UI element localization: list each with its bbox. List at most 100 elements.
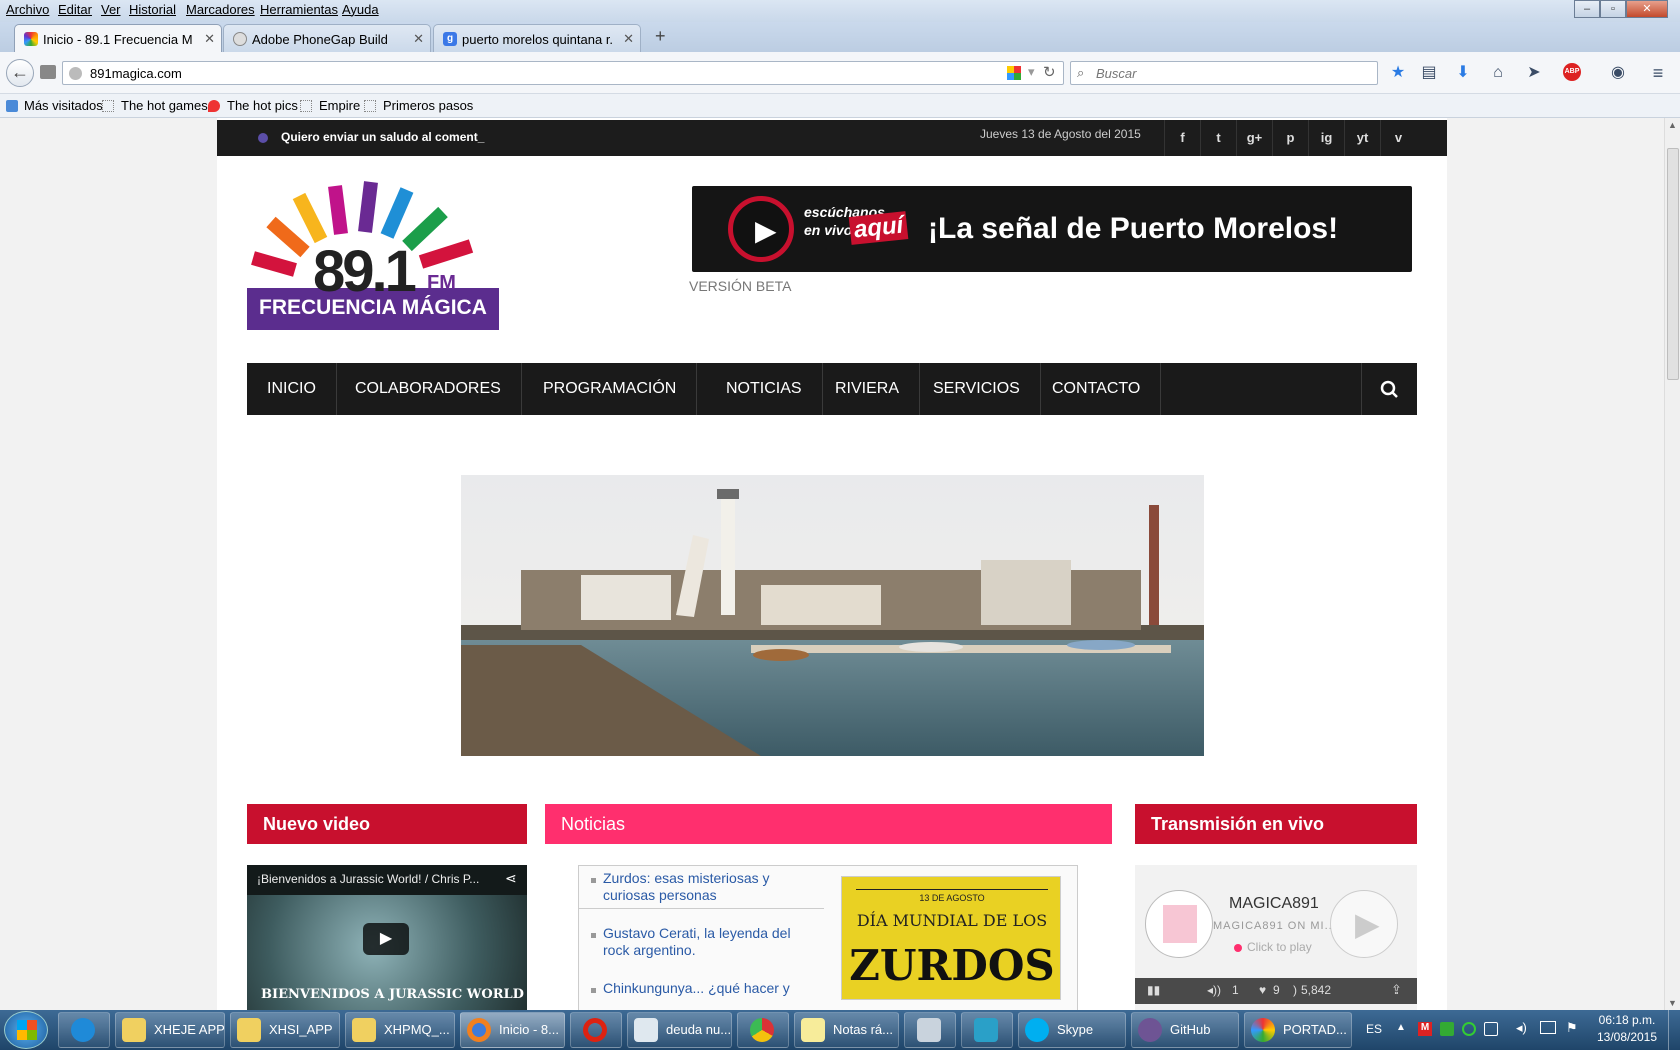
nav-search-button[interactable]	[1361, 363, 1417, 415]
send-icon[interactable]: ➤	[1524, 63, 1544, 83]
system-clock[interactable]: 06:18 p.m. 13/08/2015	[1594, 1012, 1660, 1046]
video-player[interactable]: ¡Bienvenidos a Jurassic World! / Chris P…	[247, 865, 527, 1010]
nav-noticias[interactable]: NOTICIAS	[706, 363, 823, 415]
menu-editar[interactable]: Editar	[58, 2, 92, 17]
scrollbar-thumb[interactable]	[1667, 148, 1679, 380]
video-title[interactable]: ¡Bienvenidos a Jurassic World! / Chris P…	[257, 872, 479, 886]
tab-inicio[interactable]: Inicio - 89.1 Frecuencia Má... ✕	[14, 24, 222, 52]
close-tab-icon[interactable]: ✕	[623, 31, 634, 47]
news-item[interactable]: Zurdos: esas misteriosas y curiosas pers…	[603, 870, 813, 904]
bookmark-hot-pics[interactable]: The hot pics	[208, 98, 298, 113]
taskbar-opera[interactable]	[570, 1012, 622, 1048]
url-bar[interactable]: 891magica.com ▾ ↻	[62, 61, 1064, 85]
close-window-button[interactable]: ✕	[1626, 0, 1668, 18]
menu-ayuda[interactable]: Ayuda	[342, 2, 379, 17]
nav-colaboradores[interactable]: COLABORADORES	[335, 363, 522, 415]
tray-mcafee-icon[interactable]: M	[1418, 1022, 1432, 1036]
site-logo[interactable]: 89.1 FM FRECUENCIA MÁGICA	[247, 180, 499, 330]
taskbar-paint[interactable]: PORTAD...	[1244, 1012, 1352, 1048]
taskbar-app[interactable]	[904, 1012, 956, 1048]
minimize-button[interactable]: –	[1574, 0, 1600, 18]
nav-inicio[interactable]: INICIO	[247, 363, 337, 415]
live-user[interactable]: MAGICA891	[1229, 895, 1319, 913]
youtube-icon[interactable]: yt	[1344, 120, 1380, 156]
ticker-text[interactable]: Quiero enviar un saludo al coment_	[281, 130, 484, 144]
menu-ver[interactable]: Ver	[101, 2, 121, 17]
share-icon[interactable]: ⋖	[505, 870, 517, 887]
twitter-icon[interactable]: t	[1200, 120, 1236, 156]
back-button[interactable]: ←	[6, 59, 34, 87]
facebook-icon[interactable]: f	[1164, 120, 1200, 156]
banner-play-button[interactable]: ▶	[728, 196, 794, 262]
taskbar-xheje[interactable]: XHEJE APP	[115, 1012, 225, 1048]
live-play-button[interactable]: ▶	[1330, 890, 1398, 958]
taskbar-github[interactable]: GitHub	[1131, 1012, 1239, 1048]
bookmark-hot-games[interactable]: The hot games	[102, 98, 208, 113]
show-desktop-button[interactable]	[1668, 1010, 1680, 1050]
search-input[interactable]: ⌕ Buscar	[1070, 61, 1378, 85]
scroll-down-icon[interactable]: ▼	[1668, 998, 1677, 1008]
nav-servicios[interactable]: SERVICIOS	[913, 363, 1041, 415]
listen-live-banner[interactable]: ▶ escúchanos en vivo aquí ¡La señal de P…	[692, 186, 1412, 272]
share-icon[interactable]: ⇪	[1391, 982, 1402, 998]
nav-contacto[interactable]: CONTACTO	[1032, 363, 1162, 415]
bookmark-primeros-pasos[interactable]: Primeros pasos	[364, 98, 473, 113]
taskbar-xhsi[interactable]: XHSI_APP	[230, 1012, 340, 1048]
close-tab-icon[interactable]: ✕	[204, 31, 215, 47]
menu-icon[interactable]: ≡	[1648, 63, 1668, 83]
menu-historial[interactable]: Historial	[129, 2, 176, 17]
bookmark-empire[interactable]: Empire	[300, 98, 360, 113]
bookmark-star-icon[interactable]: ★	[1388, 63, 1408, 83]
menu-marcadores[interactable]: Marcadores	[186, 2, 255, 17]
menu-herramientas[interactable]: Herramientas	[260, 2, 338, 17]
bookmarks-list-icon[interactable]: ▤	[1419, 63, 1439, 83]
video-section-header: Nuevo video	[247, 804, 527, 844]
maximize-button[interactable]: ▫	[1600, 0, 1626, 18]
nav-riviera[interactable]: RIVIERA	[815, 363, 921, 415]
start-button[interactable]	[4, 1011, 48, 1049]
taskbar-chrome[interactable]	[737, 1012, 789, 1048]
news-item[interactable]: Gustavo Cerati, la leyenda del rock arge…	[603, 925, 813, 959]
tray-monitor-icon[interactable]	[1484, 1022, 1498, 1036]
close-tab-icon[interactable]: ✕	[413, 31, 424, 47]
chat-icon[interactable]: ◉	[1608, 63, 1628, 83]
google-plus-icon[interactable]: g+	[1236, 120, 1272, 156]
scroll-up-icon[interactable]: ▲	[1668, 120, 1677, 130]
news-item[interactable]: Chinkungunya... ¿qué hacer y	[603, 980, 813, 997]
tray-app-icon[interactable]	[1440, 1022, 1454, 1036]
reload-icon[interactable]: ↻	[1043, 63, 1056, 81]
tray-network-icon[interactable]	[1540, 1021, 1556, 1034]
taskbar-firefox[interactable]: Inicio - 8...	[460, 1012, 565, 1048]
click-to-play[interactable]: Click to play	[1247, 940, 1312, 954]
nav-programacion[interactable]: PROGRAMACIÓN	[523, 363, 698, 415]
bookmark-mas-visitados[interactable]: Más visitados	[6, 98, 103, 113]
tray-flag-icon[interactable]: ⚑	[1566, 1020, 1578, 1036]
live-player-widget[interactable]: MAGICA891 MAGICA891 ON MI... Click to pl…	[1135, 865, 1417, 1010]
page-scrollbar[interactable]: ▲ ▼	[1664, 118, 1680, 1010]
new-tab-button[interactable]: +	[655, 26, 666, 47]
dropdown-icon[interactable]: ▾	[1028, 64, 1035, 80]
instagram-icon[interactable]: ig	[1308, 120, 1344, 156]
tab-google-search[interactable]: g puerto morelos quintana r... ✕	[433, 24, 641, 52]
language-indicator[interactable]: ES	[1366, 1022, 1382, 1036]
tray-volume-icon[interactable]: ◂)	[1516, 1020, 1527, 1036]
more-chevron-icon[interactable]: v	[1380, 120, 1416, 156]
menu-archivo[interactable]: Archivo	[6, 2, 49, 17]
adblock-icon[interactable]: ABP	[1563, 63, 1581, 81]
taskbar-notas[interactable]: Notas rá...	[794, 1012, 899, 1048]
pinterest-icon[interactable]: p	[1272, 120, 1308, 156]
download-icon[interactable]: ⬇	[1453, 63, 1473, 83]
home-icon[interactable]: ⌂	[1488, 63, 1508, 83]
addon-icon[interactable]	[1007, 66, 1021, 80]
taskbar-skype[interactable]: Skype	[1018, 1012, 1126, 1048]
taskbar-deuda[interactable]: deuda nu...	[627, 1012, 732, 1048]
history-icon[interactable]	[40, 65, 56, 79]
tab-phonegap[interactable]: Adobe PhoneGap Build ✕	[223, 24, 431, 52]
taskbar-cloud[interactable]	[961, 1012, 1013, 1048]
tray-sync-icon[interactable]	[1462, 1022, 1476, 1036]
video-play-icon[interactable]: ▶	[363, 923, 409, 955]
zurdos-image[interactable]: 13 DE AGOSTO DÍA MUNDIAL DE LOS ZURDOS	[841, 876, 1061, 1000]
tray-expand-icon[interactable]: ▲	[1396, 1022, 1406, 1033]
taskbar-xhpmq[interactable]: XHPMQ_...	[345, 1012, 455, 1048]
taskbar-ie[interactable]	[58, 1012, 110, 1048]
